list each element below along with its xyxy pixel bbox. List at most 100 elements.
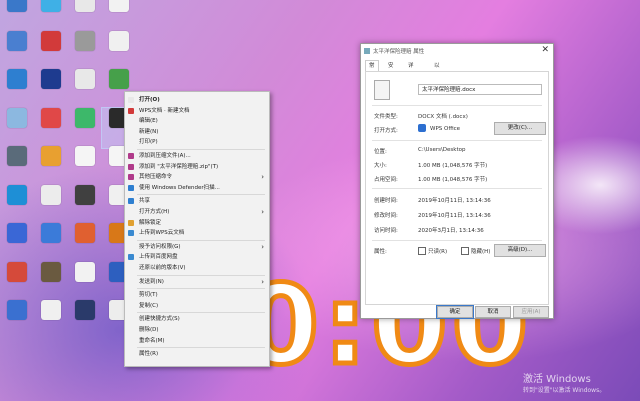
cancel-button[interactable]: 取消 [475,306,511,318]
tab-details[interactable]: 详细信息 [405,61,417,99]
desktop-icon[interactable] [0,261,34,302]
menu-item-label: 授予访问权限(G) [139,243,181,250]
desktop-icon-glyph [41,146,61,166]
advanced-button[interactable]: 高级(D)... [494,244,546,257]
desktop-icon[interactable] [68,261,102,302]
context-menu-item[interactable]: 添加到压缩文件(A)... [125,151,269,161]
tab-security[interactable]: 安全 [385,61,397,79]
menu-item-label: 共享 [139,198,151,205]
accessed-label: 访问时间: [374,228,398,234]
context-menu-item[interactable]: WPS文档 · 新建文档 [125,106,269,116]
chevron-right-icon: › [261,277,264,286]
menu-item-icon [128,97,134,103]
change-button[interactable]: 更改(C)... [494,122,546,135]
context-menu-item[interactable]: 剪切(T) [125,290,269,300]
context-menu-item[interactable]: 还原以前的版本(V) [125,263,269,273]
readonly-checkbox[interactable] [418,247,426,255]
desktop-icon[interactable] [34,300,68,340]
desktop-icon[interactable] [0,223,34,263]
general-panel: 太平洋保险理赔.docx 文件类型: DOCX 文档 (.docx) 打开方式:… [365,71,549,305]
context-menu-item[interactable]: 属性(R) [125,349,269,359]
location-value: C:\Users\Desktop [418,147,466,153]
desktop-icon-glyph [41,69,61,89]
desktop-icon[interactable] [34,69,68,109]
desktop-icon[interactable] [0,300,34,340]
desktop-icon-glyph [41,107,61,128]
menu-item-label: 重命名(M) [139,337,165,344]
desktop-icon[interactable] [68,30,102,71]
context-menu-item[interactable]: 新建(N) [125,127,269,137]
menu-item-icon [128,107,134,114]
desktop-icon[interactable] [0,107,34,148]
desktop-icon[interactable] [68,107,102,148]
desktop-icon[interactable] [68,69,102,109]
desktop-icon-glyph [7,146,27,166]
desktop-icon[interactable] [34,0,68,32]
desktop-icon-glyph [7,30,27,51]
menu-item-label: 复制(C) [139,302,159,309]
context-menu-item[interactable]: 删除(D) [125,325,269,335]
wps-icon [418,124,426,132]
context-menu-item[interactable]: 打开方式(H) › [125,207,269,217]
desktop-icon-glyph [41,223,61,243]
desktop-icon-glyph [7,184,27,205]
context-menu-item[interactable]: 重命名(M) [125,336,269,346]
window-title: 太平洋保险理赔 属性 [373,49,425,55]
context-menu-item[interactable]: 创建快捷方式(S) [125,314,269,324]
desktop-icon[interactable] [34,30,68,71]
context-menu-item[interactable]: 授予访问权限(G) › [125,242,269,252]
type-value: DOCX 文档 (.docx) [418,114,468,120]
window-titlebar[interactable]: 太平洋保险理赔 属性 ✕ [361,44,553,59]
desktop-icon[interactable] [34,261,68,302]
close-icon[interactable]: ✕ [541,45,549,55]
desktop-icon[interactable] [68,0,102,32]
desktop-icon[interactable] [0,0,34,32]
filename-field[interactable]: 太平洋保险理赔.docx [418,84,542,95]
type-label: 文件类型: [374,114,398,120]
desktop-icon[interactable] [34,107,68,148]
desktop-icon[interactable] [68,223,102,263]
apply-button[interactable]: 应用(A) [513,306,549,318]
menu-item-label: 解除锁定 [139,219,162,226]
desktop-icon[interactable] [102,0,136,32]
hidden-checkbox[interactable] [461,247,469,255]
ok-button[interactable]: 确定 [436,305,474,319]
desktop-icon[interactable] [0,184,34,225]
desktop-icon-glyph [7,69,27,89]
desktop-icon[interactable] [102,30,136,71]
readonly-label: 只读(R) [428,249,448,255]
desktop-icon-glyph [41,30,61,51]
tab-previous-versions[interactable]: 以前的版本 [431,61,443,109]
context-menu-item[interactable]: 上传到WPS云文档 [125,228,269,238]
context-menu-item[interactable]: 编辑(E) [125,116,269,126]
desktop-icon[interactable] [68,184,102,225]
context-menu-item[interactable]: 复制(C) [125,301,269,311]
desktop-icon[interactable] [34,223,68,263]
desktop-icon-glyph [75,107,95,128]
context-menu-item[interactable]: 解除锁定 [125,218,269,228]
context-menu-item[interactable]: 打开(O) [125,95,269,105]
desktop-icon[interactable] [0,30,34,71]
context-menu-item[interactable]: 上传到百度网盘 [125,252,269,262]
desktop-icon[interactable] [68,300,102,340]
desktop-icon[interactable] [34,146,68,186]
tab-general[interactable]: 常规 [365,60,379,79]
context-menu-item[interactable]: 发送到(N) › [125,277,269,287]
menu-item-label: 编辑(E) [139,118,158,125]
desktop-icon-glyph [109,69,129,89]
context-menu-item[interactable]: 使用 Windows Defender扫描... [125,183,269,193]
modified-label: 修改时间: [374,213,398,219]
desktop-icon[interactable] [0,69,34,109]
accessed-value: 2020年3月1日, 13:14:36 [418,228,484,234]
context-menu-item[interactable]: 共享 [125,196,269,206]
desktop-icon[interactable] [0,146,34,186]
desktop-icon[interactable] [34,184,68,225]
context-menu-item[interactable]: 添加到 "太平洋保险理赔.zip"(T) [125,162,269,172]
desktop-icon[interactable] [68,146,102,186]
context-menu-item[interactable]: 其他压缩命令 › [125,172,269,182]
menu-item-label: 发送到(N) [139,278,164,285]
menu-item-label: 删除(D) [139,327,159,333]
context-menu-item[interactable]: 打印(P) [125,137,269,147]
modified-value: 2019年10月11日, 13:14:36 [418,213,491,219]
desktop-icon-glyph [109,30,129,51]
